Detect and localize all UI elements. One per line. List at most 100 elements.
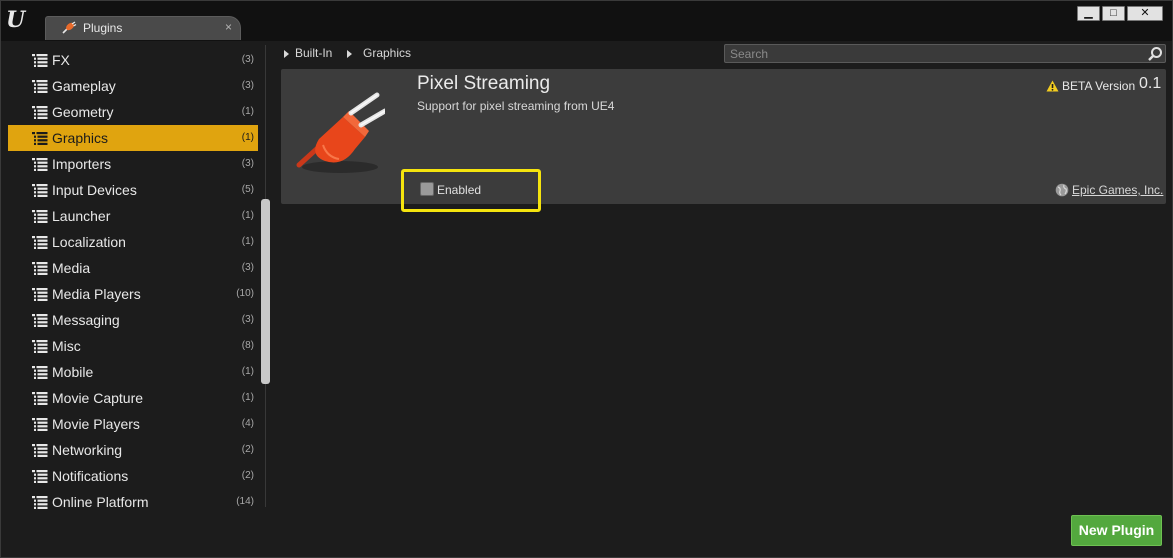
sidebar-item-count: (5) [241, 184, 254, 195]
tree-list-icon [32, 80, 48, 93]
tree-list-icon [32, 158, 48, 171]
sidebar-item-fx[interactable]: FX (3) [8, 47, 258, 73]
sidebar-scrollbar[interactable] [261, 199, 270, 384]
plugin-name: Pixel Streaming [417, 73, 551, 94]
sidebar-item-label: Misc [52, 338, 81, 354]
sidebar-item-count: (4) [241, 418, 254, 429]
minimize-button[interactable]: ▁ [1077, 6, 1100, 21]
sidebar-item-label: FX [52, 52, 70, 68]
sidebar-item-networking[interactable]: Networking (2) [8, 437, 258, 463]
tree-list-icon [32, 392, 48, 405]
tree-list-icon [32, 262, 48, 275]
sidebar-item-count: (3) [241, 80, 254, 91]
sidebar-item-label: Mobile [52, 364, 94, 380]
sidebar-item-label: Online Platform [52, 494, 149, 510]
sidebar-item-label: Media Players [52, 286, 141, 302]
sidebar-item-label: Launcher [52, 208, 111, 224]
sidebar-item-notifications[interactable]: Notifications (2) [8, 463, 258, 489]
tree-list-icon [32, 236, 48, 249]
sidebar-item-misc[interactable]: Misc (8) [8, 333, 258, 359]
sidebar-item-count: (3) [241, 158, 254, 169]
breadcrumb-item-graphics[interactable]: Graphics [363, 46, 411, 60]
tree-list-icon [32, 288, 48, 301]
sidebar-item-count: (1) [241, 366, 254, 377]
version-number: 0.1 [1139, 75, 1162, 92]
breadcrumb-item-built-in[interactable]: Built-In [295, 46, 332, 60]
sidebar-item-count: (8) [241, 340, 254, 351]
search-icon[interactable] [1147, 46, 1163, 62]
new-plugin-button[interactable]: New Plugin [1071, 515, 1162, 546]
sidebar-item-media-players[interactable]: Media Players (10) [8, 281, 258, 307]
sidebar-item-count: (1) [241, 132, 254, 143]
sidebar-item-count: (3) [241, 262, 254, 273]
sidebar-item-label: Importers [52, 156, 112, 172]
tree-list-icon [32, 54, 48, 67]
sidebar-item-label: Geometry [52, 104, 114, 120]
plugin-card: Pixel Streaming Support for pixel stream… [281, 69, 1166, 212]
sidebar-item-label: Networking [52, 442, 123, 458]
search-input[interactable] [724, 44, 1166, 63]
sidebar-item-count: (2) [241, 470, 254, 481]
sidebar-item-gameplay[interactable]: Gameplay (3) [8, 73, 258, 99]
sidebar-item-launcher[interactable]: Launcher (1) [8, 203, 258, 229]
tree-list-icon [32, 444, 48, 457]
warning-icon [1046, 80, 1059, 92]
plugin-description: Support for pixel streaming from UE4 [417, 99, 615, 113]
sidebar-item-online-platform[interactable]: Online Platform (14) [8, 489, 258, 515]
tree-list-icon [32, 470, 48, 483]
sidebar-item-label: Messaging [52, 312, 120, 328]
beta-label: BETA Version [1062, 79, 1136, 93]
sidebar-item-movie-capture[interactable]: Movie Capture (1) [8, 385, 258, 411]
sidebar-item-count: (3) [241, 314, 254, 325]
sidebar-item-count: (1) [241, 236, 254, 247]
sidebar-item-label: Graphics [52, 130, 109, 146]
sidebar-item-localization[interactable]: Localization (1) [8, 229, 258, 255]
sidebar-item-messaging[interactable]: Messaging (3) [8, 307, 258, 333]
tree-list-icon [32, 418, 48, 431]
sidebar-item-label: Gameplay [52, 78, 116, 94]
unreal-logo-icon: U [6, 7, 25, 33]
globe-icon [1055, 183, 1069, 197]
sidebar-item-count: (1) [241, 106, 254, 117]
category-sidebar: FX (3) Gameplay (3) Geometry (1) Graphics (1) Im… [1, 41, 273, 515]
sidebar-item-label: Media [52, 260, 91, 276]
sidebar-item-count: (10) [236, 288, 254, 299]
sidebar-item-label: Input Devices [52, 182, 137, 198]
sidebar-item-importers[interactable]: Importers (3) [8, 151, 258, 177]
maximize-button[interactable]: □ [1102, 6, 1125, 21]
sidebar-item-geometry[interactable]: Geometry (1) [8, 99, 258, 125]
close-button[interactable]: ✕ [1127, 6, 1163, 21]
tree-list-icon [32, 106, 48, 119]
title-bar: U Plugins × ▁ □ ✕ [1, 1, 1172, 41]
sidebar-item-mobile[interactable]: Mobile (1) [8, 359, 258, 385]
breadcrumb-arrow-icon [284, 50, 289, 58]
sidebar-item-movie-players[interactable]: Movie Players (4) [8, 411, 258, 437]
beta-badge: BETA Version 0.1 [1046, 75, 1162, 95]
tree-list-icon [32, 132, 48, 145]
tab-close-button[interactable]: × [225, 20, 232, 34]
sidebar-item-count: (14) [236, 496, 254, 507]
plug-icon [296, 92, 385, 173]
sidebar-item-count: (1) [241, 210, 254, 221]
sidebar-item-media[interactable]: Media (3) [8, 255, 258, 281]
enabled-label[interactable]: Enabled [437, 183, 481, 197]
plug-icon [62, 21, 77, 34]
tree-list-icon [32, 496, 48, 509]
tree-list-icon [32, 210, 48, 223]
sidebar-item-count: (3) [241, 54, 254, 65]
sidebar-item-count: (2) [241, 444, 254, 455]
tab-label: Plugins [83, 21, 123, 35]
sidebar-item-label: Movie Players [52, 416, 140, 432]
sidebar-item-graphics[interactable]: Graphics (1) [8, 125, 258, 151]
sidebar-item-count: (1) [241, 392, 254, 403]
tree-list-icon [32, 340, 48, 353]
sidebar-item-label: Movie Capture [52, 390, 144, 406]
author-link[interactable]: Epic Games, Inc. [1072, 183, 1163, 197]
sidebar-item-label: Notifications [52, 468, 129, 484]
tree-list-icon [32, 314, 48, 327]
tab-plugins[interactable]: Plugins × [45, 16, 241, 40]
breadcrumb-arrow-icon [347, 50, 352, 58]
enabled-checkbox[interactable] [420, 182, 434, 196]
sidebar-item-input-devices[interactable]: Input Devices (5) [8, 177, 258, 203]
plugins-window: U Plugins × ▁ □ ✕ FX (3) Gameplay (3) Geomet… [0, 0, 1173, 558]
